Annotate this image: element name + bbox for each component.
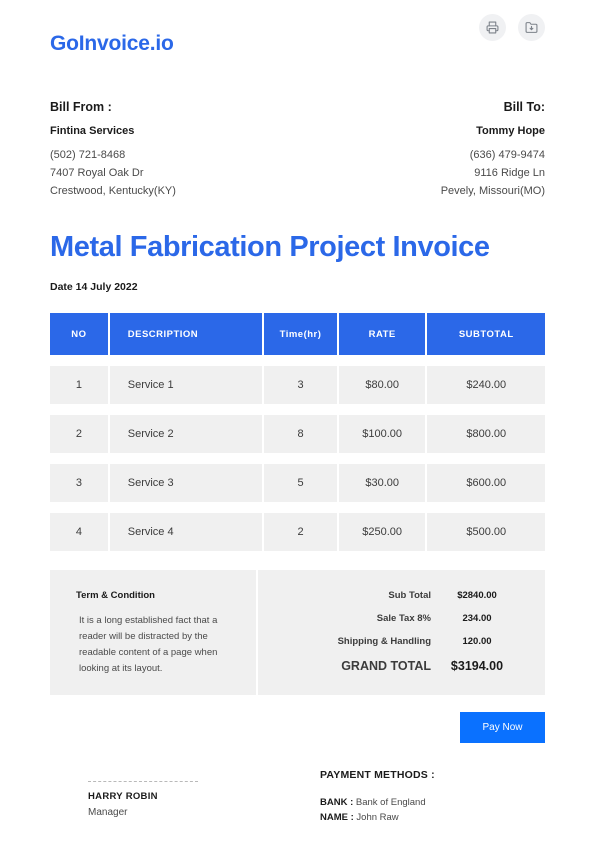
cell-no: 4: [50, 513, 108, 551]
tax-value: 234.00: [462, 613, 492, 624]
pay-now-button[interactable]: Pay Now: [460, 712, 545, 743]
payment-bank-row: BANK : Bank of England: [320, 795, 545, 810]
payment-bank-label: BANK :: [320, 797, 354, 808]
sub-total-row: Sub Total $2840.00: [258, 590, 523, 601]
table-header: NO DESCRIPTION Time(hr) RATE SUBTOTAL: [50, 313, 545, 355]
column-header-rate: RATE: [336, 313, 426, 355]
cell-time: 3: [262, 366, 337, 404]
signature-name: HARRY ROBIN: [88, 791, 158, 802]
shipping-value: 120.00: [462, 636, 492, 647]
bill-from-title: Bill From :: [50, 100, 112, 114]
bill-from-name: Fintina Services: [50, 125, 135, 137]
cell-description: Service 3: [107, 464, 263, 502]
sub-total-value: $2840.00: [457, 590, 497, 601]
terms-block: Term & Condition It is a long establishe…: [50, 570, 258, 695]
column-header-subtotal: SUBTOTAL: [425, 313, 545, 355]
tax-row: Sale Tax 8% 234.00: [258, 613, 523, 624]
grand-total-label: GRAND TOTAL: [341, 659, 431, 673]
bill-to-title: Bill To:: [503, 100, 545, 114]
bill-to-block: Bill To: Tommy Hope (636) 479-9474 9116 …: [441, 100, 545, 200]
cell-time: 2: [262, 513, 337, 551]
payment-methods-block: PAYMENT METHODS : BANK : Bank of England…: [320, 769, 545, 825]
invoice-date: Date 14 July 2022: [50, 281, 138, 293]
cell-no: 3: [50, 464, 108, 502]
cell-subtotal: $800.00: [425, 415, 545, 453]
cell-rate: $30.00: [336, 464, 426, 502]
cell-description: Service 1: [107, 366, 263, 404]
tax-label: Sale Tax 8%: [376, 613, 431, 624]
footer-section: HARRY ROBIN Manager PAYMENT METHODS : BA…: [50, 769, 545, 825]
signature-block: HARRY ROBIN Manager: [50, 769, 320, 825]
signature-line: [88, 781, 198, 782]
cell-time: 5: [262, 464, 337, 502]
table-body: 1 Service 1 3 $80.00 $240.00 2 Service 2…: [50, 366, 545, 551]
cell-description: Service 4: [107, 513, 263, 551]
payment-name-row: NAME : John Raw: [320, 810, 545, 825]
cell-no: 1: [50, 366, 108, 404]
print-button[interactable]: [479, 14, 506, 41]
sub-total-label: Sub Total: [388, 590, 431, 601]
page-title: Metal Fabrication Project Invoice: [50, 231, 490, 263]
brand-logo: GoInvoice.io: [50, 32, 174, 55]
payment-name-label: NAME :: [320, 812, 354, 823]
terms-title: Term & Condition: [76, 590, 155, 601]
printer-icon: [486, 21, 499, 34]
totals-block: Sub Total $2840.00 Sale Tax 8% 234.00 Sh…: [258, 570, 545, 695]
header-actions: [479, 14, 545, 41]
summary-section: Term & Condition It is a long establishe…: [50, 570, 545, 695]
table-row: 3 Service 3 5 $30.00 $600.00: [50, 464, 545, 502]
bill-to-phone: (636) 479-9474: [469, 149, 545, 161]
terms-body: It is a long established fact that a rea…: [79, 615, 218, 674]
table-row: 1 Service 1 3 $80.00 $240.00: [50, 366, 545, 404]
cell-description: Service 2: [107, 415, 263, 453]
payment-methods-title: PAYMENT METHODS :: [320, 769, 435, 781]
cell-subtotal: $600.00: [425, 464, 545, 502]
payment-bank-value: Bank of England: [355, 797, 426, 808]
shipping-label: Shipping & Handling: [337, 636, 431, 647]
grand-total-row: GRAND TOTAL $3194.00: [258, 659, 523, 673]
cell-no: 2: [50, 415, 108, 453]
bill-to-street: 9116 Ridge Ln: [474, 167, 545, 179]
invoice-page: GoInvoice.io Bill From: Fintina Service…: [0, 0, 595, 842]
bill-to-name: Tommy Hope: [476, 125, 545, 137]
download-button[interactable]: [518, 14, 545, 41]
cell-rate: $250.00: [336, 513, 426, 551]
column-header-no: NO: [50, 313, 108, 355]
bill-to-city: Pevely, Missouri(MO): [440, 185, 545, 197]
table-row: 4 Service 4 2 $250.00 $500.00: [50, 513, 545, 551]
cell-subtotal: $500.00: [425, 513, 545, 551]
grand-total-value: $3194.00: [450, 659, 504, 673]
bill-from-city: Crestwood, Kentucky(KY): [50, 185, 176, 197]
bill-section: Bill From : Fintina Services (502) 721-8…: [50, 100, 545, 200]
cell-rate: $100.00: [336, 415, 426, 453]
table-row: 2 Service 2 8 $100.00 $800.00: [50, 415, 545, 453]
cell-subtotal: $240.00: [425, 366, 545, 404]
bill-from-phone: (502) 721-8468: [50, 149, 126, 161]
shipping-row: Shipping & Handling 120.00: [258, 636, 523, 647]
column-header-description: DESCRIPTION: [107, 313, 263, 355]
column-header-time: Time(hr): [262, 313, 337, 355]
line-items-table: NO DESCRIPTION Time(hr) RATE SUBTOTAL 1 …: [50, 313, 545, 551]
cell-time: 8: [262, 415, 337, 453]
payment-name-value: John Raw: [356, 812, 399, 823]
bill-from-street: 7407 Royal Oak Dr: [50, 167, 144, 179]
signature-role: Manager: [88, 807, 128, 818]
folder-download-icon: [525, 21, 538, 34]
top-bar: GoInvoice.io: [50, 0, 545, 56]
bill-from-block: Bill From : Fintina Services (502) 721-8…: [50, 100, 176, 200]
pay-button-wrap: Pay Now: [50, 712, 545, 743]
cell-rate: $80.00: [336, 366, 426, 404]
